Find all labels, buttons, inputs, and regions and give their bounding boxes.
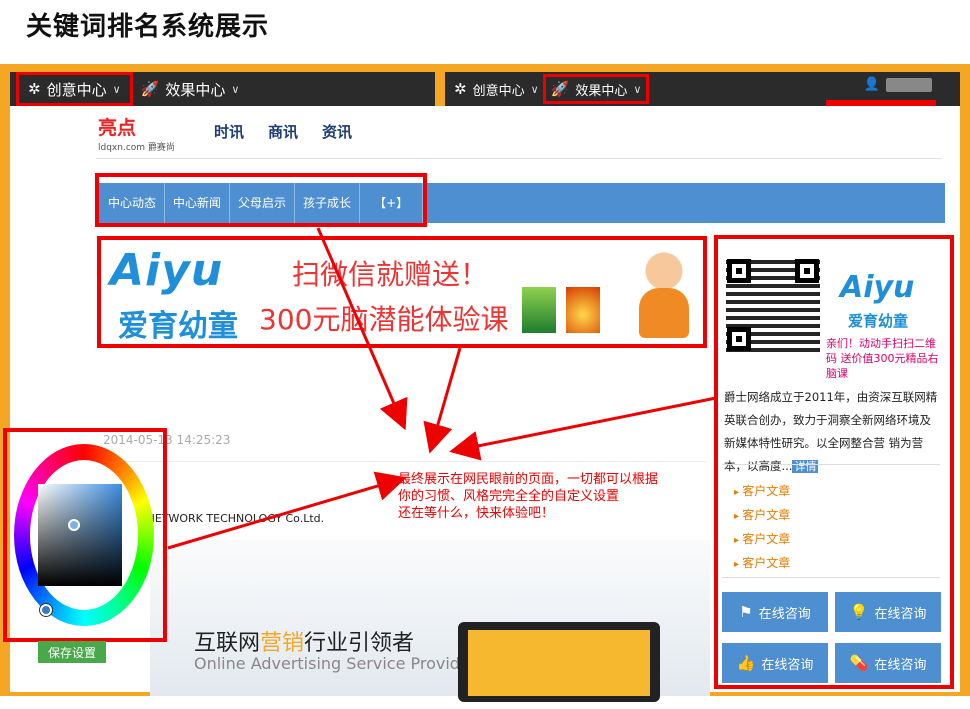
arrow [167, 471, 407, 550]
annotation-arrows [167, 227, 717, 550]
arrow [423, 347, 462, 454]
arrow [316, 227, 408, 431]
arrow [449, 396, 717, 461]
